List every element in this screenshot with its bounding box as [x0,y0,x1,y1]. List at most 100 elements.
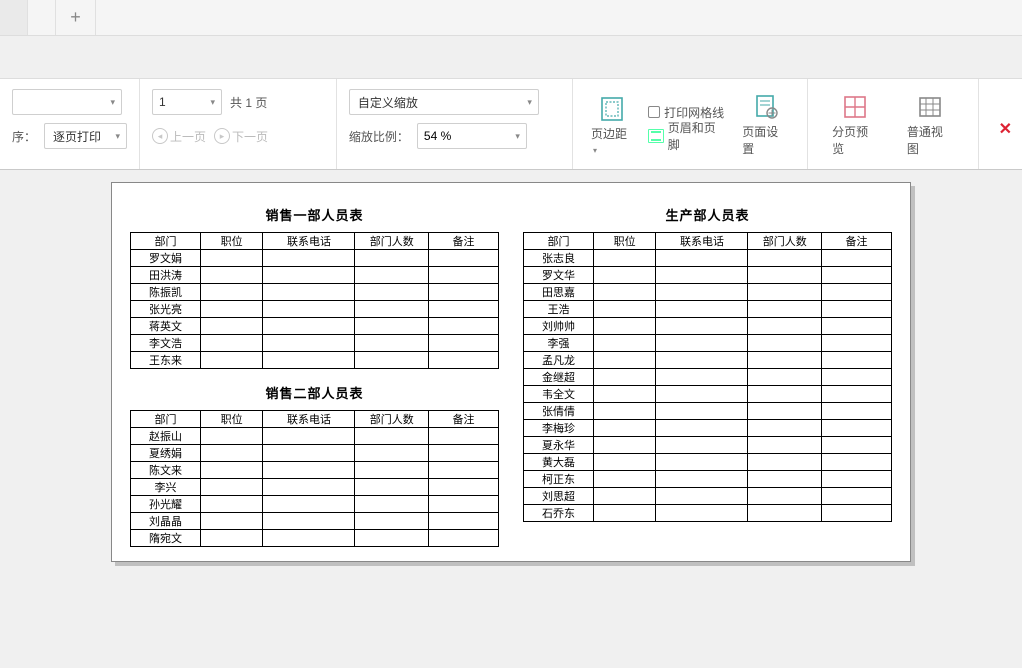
cell-empty [200,335,263,352]
zoom-percent-input[interactable]: 54 % ▾ [417,123,527,149]
header-footer-icon [648,129,664,143]
table-row: 夏绣娟 [131,445,499,462]
page-setup-button[interactable]: 页面设置 [732,89,799,159]
pagebreak-preview-icon [841,93,869,121]
cell-name: 田思嘉 [524,284,594,301]
next-page-button[interactable]: ▸ 下一页 [214,128,268,145]
cell-name: 隋宛文 [131,530,201,547]
table-row: 李文浩 [131,335,499,352]
cell-empty [355,335,429,352]
table-row: 金继超 [524,369,892,386]
cell-empty [822,488,892,505]
cell-empty [263,267,355,284]
cell-empty [593,250,656,267]
table-row: 隋宛文 [131,530,499,547]
table-row: 韦全文 [524,386,892,403]
unnamed-select[interactable]: ▾ [12,89,122,115]
cell-empty [748,454,822,471]
page-number-input[interactable]: 1 ▾ [152,89,222,115]
chevron-down-icon: ▾ [210,97,215,108]
cell-empty [263,445,355,462]
cell-empty [429,301,499,318]
header-footer-button[interactable]: 页眉和页脚 [648,126,726,146]
cell-name: 李强 [524,335,594,352]
cell-empty [429,352,499,369]
cell-empty [429,496,499,513]
close-icon: ✕ [999,115,1012,139]
cell-empty [429,318,499,335]
tab-active-blank[interactable] [0,0,28,35]
table-header: 部门人数 [748,233,822,250]
pagebreak-preview-button[interactable]: 分页预览 [822,89,889,159]
cell-empty [263,301,355,318]
cell-empty [748,267,822,284]
cell-empty [429,445,499,462]
tab-blank-2[interactable] [28,0,56,35]
cell-name: 刘晶晶 [131,513,201,530]
table-header: 备注 [822,233,892,250]
cell-empty [355,284,429,301]
cell-empty [748,250,822,267]
cell-empty [355,267,429,284]
table-row: 蒋英文 [131,318,499,335]
zoom-ratio-label: 缩放比例： [349,128,409,145]
cell-empty [822,471,892,488]
cell-name: 张光亮 [131,301,201,318]
table-row: 石乔东 [524,505,892,522]
print-order-select[interactable]: 逐页打印 ▾ [44,123,127,149]
cell-empty [748,301,822,318]
cell-empty [748,335,822,352]
new-tab-button[interactable]: + [56,0,96,35]
cell-empty [200,445,263,462]
table-row: 王东来 [131,352,499,369]
cell-empty [355,530,429,547]
sales2-table: 部门职位联系电话部门人数备注 赵振山夏绣娟陈文来李兴孙光耀刘晶晶隋宛文 [130,410,499,547]
cell-name: 罗文华 [524,267,594,284]
table-header: 职位 [593,233,656,250]
cell-empty [822,403,892,420]
cell-empty [263,318,355,335]
margins-icon [598,95,626,123]
cell-name: 孟凡龙 [524,352,594,369]
prod-table: 部门职位联系电话部门人数备注 张志良罗文华田思嘉王浩刘帅帅李强孟凡龙金继超韦全文… [523,232,892,522]
cell-empty [355,496,429,513]
cell-empty [263,462,355,479]
cell-empty [748,471,822,488]
cell-empty [822,369,892,386]
table-row: 夏永华 [524,437,892,454]
table-row: 王浩 [524,301,892,318]
preview-canvas: 销售一部人员表 部门职位联系电话部门人数备注 罗文娟田洪涛陈振凯张光亮蒋英文李文… [0,170,1022,668]
cell-empty [355,445,429,462]
sales1-table: 部门职位联系电话部门人数备注 罗文娟田洪涛陈振凯张光亮蒋英文李文浩王东来 [130,232,499,369]
zoom-mode-select[interactable]: 自定义缩放 ▾ [349,89,539,115]
cell-empty [593,284,656,301]
chevron-down-icon: ▾ [515,131,520,142]
cell-name: 韦全文 [524,386,594,403]
cell-empty [200,479,263,496]
cell-empty [593,420,656,437]
cell-name: 罗文娟 [131,250,201,267]
table-row: 刘帅帅 [524,318,892,335]
chevron-down-icon: ▾ [109,131,120,142]
cell-name: 蒋英文 [131,318,201,335]
cell-empty [263,428,355,445]
table-header: 联系电话 [656,233,748,250]
margins-button[interactable]: 页边距▾ [581,91,642,158]
prev-page-button[interactable]: ◂ 上一页 [152,128,206,145]
cell-empty [200,462,263,479]
table-header: 部门人数 [355,233,429,250]
cell-empty [593,318,656,335]
cell-empty [429,267,499,284]
cell-name: 陈振凯 [131,284,201,301]
table-header: 联系电话 [263,233,355,250]
cell-empty [748,386,822,403]
cell-name: 孙光耀 [131,496,201,513]
cell-empty [748,369,822,386]
table-row: 孟凡龙 [524,352,892,369]
normal-view-button[interactable]: 普通视图 [897,89,964,159]
table-row: 陈振凯 [131,284,499,301]
cell-empty [822,386,892,403]
close-preview-button[interactable]: ✕ [989,107,1022,141]
table-header: 部门 [524,233,594,250]
cell-empty [200,267,263,284]
